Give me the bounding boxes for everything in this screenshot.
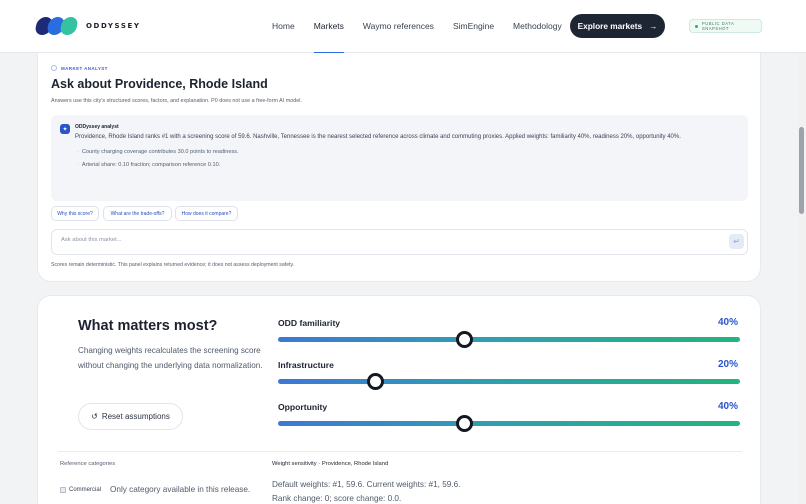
nav-home[interactable]: Home xyxy=(272,0,295,53)
answer-bullet: · County charging coverage contributes 30… xyxy=(77,149,239,155)
answer-text: Providence, Rhode Island ranks #1 with a… xyxy=(75,134,681,140)
category-note: Only category available in this release. xyxy=(110,485,251,494)
slider-handle[interactable] xyxy=(366,373,384,390)
analyst-subtitle: Answers use this city's structured score… xyxy=(51,98,302,104)
section-divider xyxy=(58,451,742,452)
market-analyst-card: MARKET ANALYST Ask about Providence, Rho… xyxy=(37,53,761,282)
bullet-text: County charging coverage contributes 30.… xyxy=(81,149,239,155)
weights-description: Changing weights recalculates the screen… xyxy=(78,346,263,370)
suggestion-why-score[interactable]: Why this score? xyxy=(51,206,99,221)
suggestion-trade-offs[interactable]: What are the trade-offs? xyxy=(103,206,172,221)
nav-markets[interactable]: Markets xyxy=(313,0,345,53)
public-data-snapshot-badge: PUBLIC DATA SNAPSHOT xyxy=(689,19,762,33)
analyst-answer: ✦ ODDyssey analyst Providence, Rhode Isl… xyxy=(51,115,748,201)
sensitivity-line: Default weights: #1, 59.6. Current weigh… xyxy=(272,480,461,489)
suggestion-how-compare[interactable]: How does it compare? xyxy=(175,206,238,221)
answer-author: ODDyssey analyst xyxy=(75,124,119,130)
nav-methodology[interactable]: Methodology xyxy=(513,0,562,53)
slider-value-infrastructure: 20% xyxy=(717,359,738,370)
ask-market-field: ↵ xyxy=(51,229,748,255)
slider-value-odd-familiarity: 40% xyxy=(717,317,738,328)
explore-markets-button[interactable]: Explore markets → xyxy=(570,14,665,38)
slider-handle[interactable] xyxy=(455,331,473,348)
slider-label-infrastructure: Infrastructure xyxy=(278,360,334,370)
weight-sensitivity-label: Weight sensitivity · Providence, Rhode I… xyxy=(272,461,389,467)
slider-label-opportunity: Opportunity xyxy=(278,402,328,412)
category-commercial: Commercial Only category available in th… xyxy=(60,485,250,494)
category-name: Commercial xyxy=(69,486,102,493)
page-scrollbar[interactable] xyxy=(798,53,806,504)
bullet-text: Arterial share: 0.10 fraction; compariso… xyxy=(81,162,221,168)
snapshot-badge-label: PUBLIC DATA SNAPSHOT xyxy=(701,21,735,31)
logo[interactable]: ODDYSSEY xyxy=(34,17,141,35)
ask-market-input[interactable] xyxy=(61,237,701,243)
answer-bullet: · Arterial share: 0.10 fraction; comparis… xyxy=(77,162,221,168)
infrastructure-slider[interactable] xyxy=(278,373,740,390)
arrow-right-icon: → xyxy=(649,21,658,31)
sparkle-icon: ✦ xyxy=(60,124,70,134)
odd-familiarity-slider[interactable] xyxy=(278,331,740,348)
market-analyst-eyebrow: MARKET ANALYST xyxy=(51,65,108,71)
nav-waymo-references[interactable]: Waymo references xyxy=(363,0,434,53)
logo-mark-icon xyxy=(34,17,79,35)
opportunity-slider[interactable] xyxy=(278,415,740,432)
analyst-title: Ask about Providence, Rhode Island xyxy=(51,77,268,91)
sensitivity-line: Rank change: 0; score change: 0.0. xyxy=(272,494,402,503)
reference-categories-label: Reference categories xyxy=(60,461,116,467)
status-dot-icon xyxy=(695,24,698,28)
analyst-icon xyxy=(51,65,57,71)
commercial-checkbox[interactable] xyxy=(60,486,66,493)
top-header: ODDYSSEY Home Markets Waymo references S… xyxy=(0,0,806,53)
eyebrow-label: MARKET ANALYST xyxy=(61,65,108,71)
slider-label-odd-familiarity: ODD familiarity xyxy=(278,318,341,328)
send-icon[interactable]: ↵ xyxy=(729,234,744,249)
explore-markets-label: Explore markets xyxy=(577,21,643,31)
main-nav: Home Markets Waymo references SimEngine … xyxy=(272,0,581,53)
slider-handle[interactable] xyxy=(455,415,473,432)
weights-card: What matters most? Changing weights reca… xyxy=(37,295,761,504)
slider-value-opportunity: 40% xyxy=(717,401,738,412)
analyst-disclaimer: Scores remain deterministic. This panel … xyxy=(51,262,295,268)
scrollbar-thumb[interactable] xyxy=(799,127,804,214)
nav-simengine[interactable]: SimEngine xyxy=(453,0,494,53)
weights-title: What matters most? xyxy=(78,318,218,334)
reset-icon: ↺ xyxy=(91,412,98,421)
brand-name: ODDYSSEY xyxy=(86,22,141,30)
reset-label: Reset assumptions xyxy=(101,412,170,421)
reset-assumptions-button[interactable]: ↺ Reset assumptions xyxy=(78,403,183,430)
